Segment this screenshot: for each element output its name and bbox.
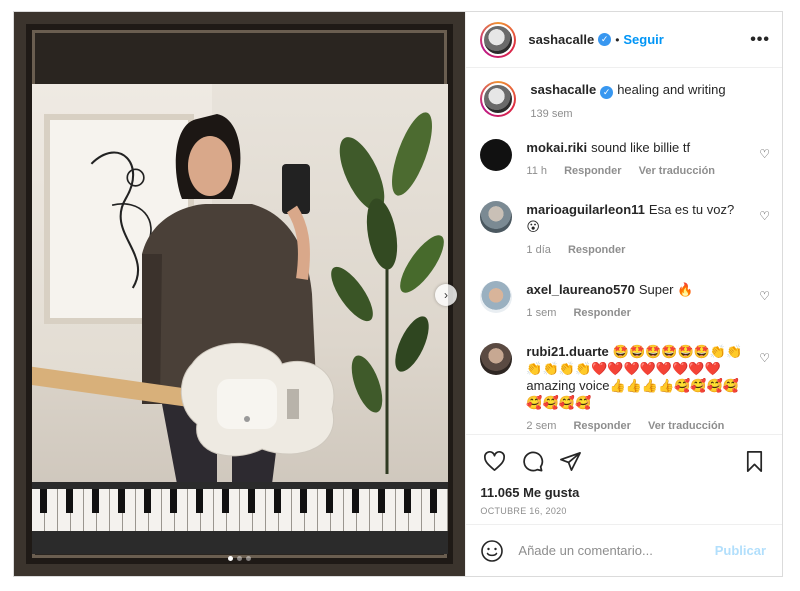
follow-button[interactable]: Seguir <box>623 32 663 47</box>
comments-list[interactable]: sashacalle ✓ healing and writing 139 sem m… <box>466 69 782 434</box>
photo-piano-black-keys <box>32 489 448 513</box>
comment-item: rubi21.duarte 🤩🤩🤩🤩🤩🤩👏👏👏👏👏👏❤️❤️❤️❤️❤️❤️❤️❤… <box>480 343 770 434</box>
translate-button[interactable]: Ver traducción <box>639 165 715 177</box>
photo-guitar <box>32 342 335 457</box>
reply-button[interactable]: Responder <box>573 420 630 432</box>
comment-time[interactable]: 1 día <box>526 244 550 256</box>
carousel-next-button[interactable]: › <box>435 284 457 306</box>
comment-avatar[interactable] <box>480 139 513 171</box>
reply-button[interactable]: Responder <box>568 244 625 256</box>
comment-username[interactable]: mokai.riki <box>526 140 587 155</box>
like-heart-icon[interactable] <box>480 447 508 475</box>
author-avatar[interactable] <box>480 21 517 58</box>
translate-button[interactable]: Ver traducción <box>648 420 724 432</box>
caption-time[interactable]: 139 sem <box>530 108 572 120</box>
author-avatar-image <box>482 23 515 56</box>
post-actions: 11.065 Me gusta OCTUBRE 16, 2020 <box>466 434 782 516</box>
comment-time[interactable]: 2 sem <box>526 420 556 432</box>
caption-avatar[interactable] <box>480 81 517 117</box>
comment-time[interactable]: 11 h <box>526 165 547 177</box>
post-caption: sashacalle ✓ healing and writing 139 sem <box>480 69 770 139</box>
comment-text: sound like billie tf <box>591 140 691 155</box>
comment-username[interactable]: axel_laureano570 <box>526 282 634 297</box>
post-date[interactable]: OCTUBRE 16, 2020 <box>480 506 768 516</box>
more-options-icon[interactable]: ••• <box>750 31 770 49</box>
author-username[interactable]: sashacalle <box>528 32 594 47</box>
comment-avatar[interactable] <box>480 201 513 233</box>
likes-count[interactable]: 11.065 Me gusta <box>480 485 768 500</box>
caption-avatar-image <box>482 83 515 115</box>
header-separator: • <box>615 32 620 47</box>
carousel-dot <box>237 556 243 561</box>
comment-item: mokai.riki sound like billie tf 11 h Resp… <box>480 139 770 201</box>
comment-like-heart-icon[interactable]: ♡ <box>759 289 770 303</box>
post-media[interactable]: › <box>14 12 466 576</box>
comment-avatar[interactable] <box>480 281 513 313</box>
post-header: sashacalle ✓ • Seguir ••• <box>466 12 782 68</box>
add-comment-bar: Publicar <box>466 524 782 576</box>
caption-username[interactable]: sashacalle <box>530 82 596 97</box>
comment-time[interactable]: 1 sem <box>526 307 556 319</box>
comment-username[interactable]: marioaguilarleon11 <box>526 202 645 217</box>
comment-username[interactable]: rubi21.duarte <box>526 344 608 359</box>
caption-text: healing and writing <box>617 82 726 97</box>
reply-button[interactable]: Responder <box>564 165 621 177</box>
carousel-indicator <box>14 556 465 561</box>
comment-item: marioaguilarleon11 Esa es tu voz? 😮 1 día… <box>480 201 770 281</box>
instagram-post: › sashacalle ✓ • Seguir ••• sashacalle ✓ h… <box>13 11 783 577</box>
verified-badge-icon: ✓ <box>600 86 614 99</box>
share-send-icon[interactable] <box>556 447 584 475</box>
emoji-icon[interactable] <box>480 539 504 563</box>
publish-button[interactable]: Publicar <box>715 543 766 558</box>
photo-scene <box>32 84 448 554</box>
save-bookmark-icon[interactable] <box>740 447 768 475</box>
comment-like-heart-icon[interactable]: ♡ <box>759 147 770 161</box>
comment-like-heart-icon[interactable]: ♡ <box>759 209 770 223</box>
comment-text: Super 🔥 <box>638 282 694 297</box>
verified-badge-icon: ✓ <box>598 33 612 46</box>
comment-item: axel_laureano570 Super 🔥 1 sem Responder … <box>480 281 770 343</box>
carousel-dot <box>228 556 234 561</box>
carousel-dot <box>246 556 252 561</box>
comment-avatar[interactable] <box>480 343 513 375</box>
reply-button[interactable]: Responder <box>573 307 630 319</box>
comment-bubble-icon[interactable] <box>518 447 546 475</box>
post-side-panel: sashacalle ✓ • Seguir ••• sashacalle ✓ hea… <box>465 12 782 576</box>
comment-like-heart-icon[interactable]: ♡ <box>759 351 770 365</box>
add-comment-input[interactable] <box>518 543 715 558</box>
